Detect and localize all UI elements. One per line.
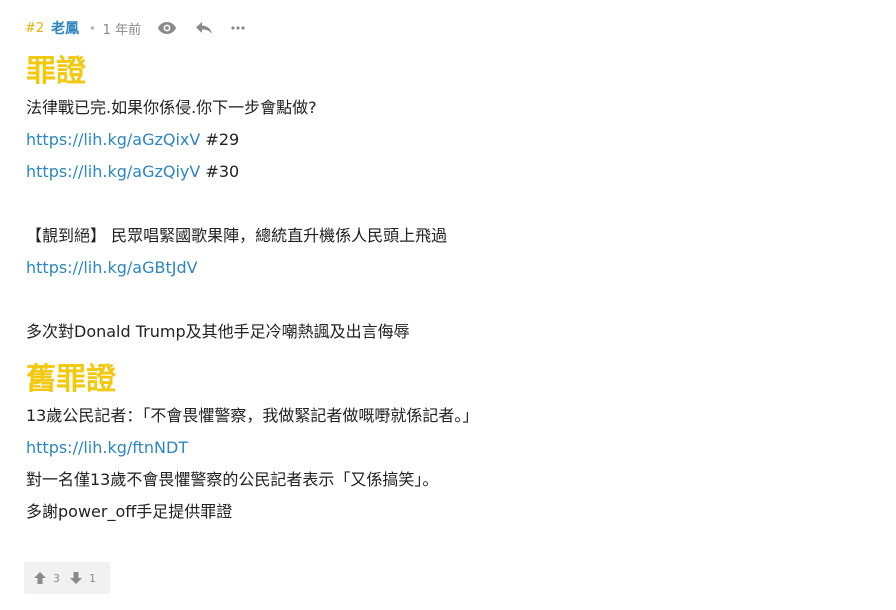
post: #2 老鳳 • 1 年前 罪證 法律戰已完.如果你係侵.你下一步會點做? htt… [0, 0, 896, 594]
text-line: 【靚到絕】 民眾唱緊國歌果陣，總統直升機係人民頭上飛過 [26, 226, 448, 245]
heading-evidence: 罪證 [26, 54, 86, 89]
meta-separator: • [89, 21, 96, 35]
link-1-suffix: #29 [200, 130, 240, 149]
text-line: 多次對Donald Trump及其他手足冷嘲熱諷及出言侮辱 [26, 322, 410, 341]
text-line: 多謝power_off手足提供罪證 [26, 502, 233, 521]
link-line-2: https://lih.kg/aGzQiyV #30 [26, 156, 866, 188]
arrow-down-icon [70, 572, 82, 584]
eye-icon[interactable] [157, 21, 177, 35]
link-2[interactable]: https://lih.kg/aGzQiyV [26, 162, 200, 181]
text-line: 13歲公民記者：「不會畏懼警察，我做緊記者做嘅嘢就係記者。」 [26, 406, 479, 425]
heading-old-evidence: 舊罪證 [26, 362, 116, 397]
downvote-count: 1 [89, 571, 96, 585]
downvote-button[interactable]: 1 [70, 572, 96, 585]
upvote-count: 3 [53, 571, 60, 585]
link-4[interactable]: https://lih.kg/ftnNDT [26, 438, 188, 457]
text-line: 法律戰已完.如果你係侵.你下一步會點做? [26, 98, 317, 117]
post-meta: #2 老鳳 • 1 年前 [25, 16, 259, 40]
text-line: 對一名僅13歲不會畏懼警察的公民記者表示「又係搞笑」。 [26, 470, 439, 489]
vote-bar: 3 1 [24, 562, 110, 594]
arrow-up-icon [34, 572, 46, 584]
link-2-suffix: #30 [200, 162, 240, 181]
more-icon[interactable] [231, 26, 245, 30]
link-line-1: https://lih.kg/aGzQixV #29 [26, 124, 866, 156]
post-number[interactable]: #2 [25, 21, 44, 36]
upvote-button[interactable]: 3 [34, 572, 60, 585]
post-time: 1 年前 [102, 22, 142, 38]
link-1[interactable]: https://lih.kg/aGzQixV [26, 130, 200, 149]
post-content: 罪證 法律戰已完.如果你係侵.你下一步會點做? https://lih.kg/a… [26, 52, 866, 528]
link-3[interactable]: https://lih.kg/aGBtJdV [26, 258, 198, 277]
link-line-3: https://lih.kg/aGBtJdV [26, 252, 866, 284]
link-line-4: https://lih.kg/ftnNDT [26, 432, 866, 464]
reply-icon[interactable] [195, 21, 213, 35]
author-name[interactable]: 老鳳 [51, 18, 79, 38]
